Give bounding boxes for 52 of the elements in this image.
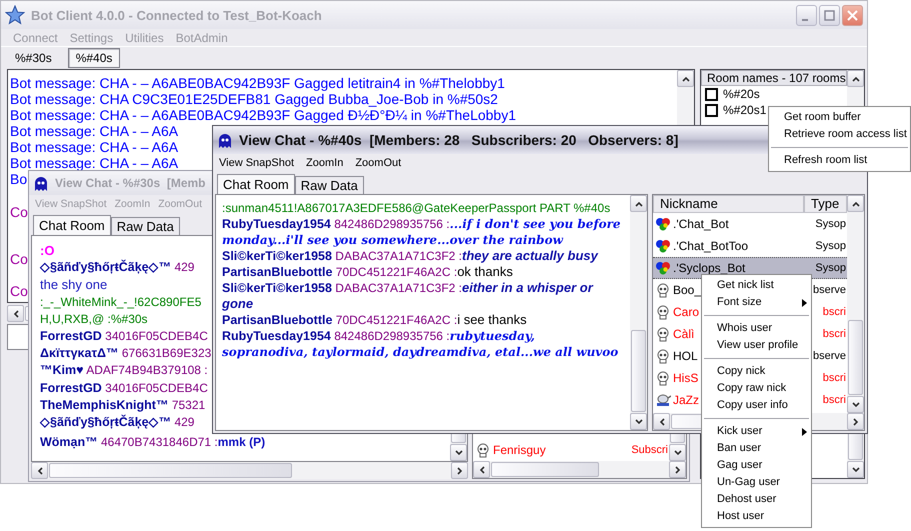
- user-type: Subscri: [631, 444, 669, 456]
- nickname: Fenrisguy: [493, 443, 546, 457]
- user-type: Sysop: [815, 262, 847, 274]
- window-title: View Chat - %#30s [Memb: [55, 176, 206, 190]
- user-type: bserve: [812, 284, 847, 296]
- chat-line: RubyTuesday1954 842486D298935756 :...if i don't see you before monday...i'll see you somewhere...over the rainbow: [222, 216, 622, 248]
- chat-line: ◇§ãñďy§ħőŗŧČãķę◇™ 429: [40, 414, 194, 432]
- nickname: HOL: [673, 349, 698, 363]
- log-line: Bot message: CHA - – A6ABE0BAC942B93F Gagged Đ½Đ°Đ¼ in %#TheLobby1: [10, 107, 516, 123]
- nickname: Càlì: [673, 327, 694, 341]
- log-line: Co: [10, 283, 28, 299]
- user-type: bscri: [822, 372, 847, 384]
- chat-line: RubyTuesday1954 842486D298935756 :rubytuesday, sopranodiva, taylormaid, daydreamdiva, etal...we all wuvoo: [222, 328, 620, 360]
- chat-line: ™Kim♥ ADAF74B94B379108 :: [40, 362, 208, 380]
- chat-line: ΔκïττγκaτΔ™ 676631B69E323: [40, 345, 212, 362]
- log-line: Bot message: CHA - – A6A: [10, 155, 178, 171]
- chat-line: Sli©kerTi©ker1958 DABAC37A1A71C3F2 :either in a whisper or gone: [222, 280, 594, 312]
- user-type: Sysop: [815, 240, 847, 252]
- chat-line: Sli©kerTi©ker1958 DABAC37A1A71C3F2 :they are actually busy: [222, 248, 600, 264]
- user-type: bscri: [822, 328, 847, 340]
- window-title: Bot Client 4.0.0 - Connected to Test_Bot-Koach: [31, 8, 322, 22]
- window-title: View Chat - %#40s [Members: 28 Subscribers: 20 Observers: 8]: [239, 132, 678, 148]
- user-type: bscri: [822, 306, 847, 318]
- nickname: .'Syclops_Bot: [673, 261, 746, 275]
- chat-line: PartisanBluebottle 70DC451221F46A2C :i see thanks: [222, 312, 528, 328]
- chat-line: PartisanBluebottle 70DC451221F46A2C :ok thanks: [222, 264, 514, 280]
- chat-line: ForrestGD 34016F05CDEB4C: [40, 328, 208, 346]
- nickname: .'Chat_Bot: [673, 217, 729, 231]
- nickname: .'Chat_BotToo: [673, 239, 748, 253]
- nickname: Boo_: [673, 283, 702, 297]
- chat-line: ForrestGD 34016F05CDEB4C: [40, 380, 208, 397]
- log-line: Bot message: CHA C9C3E01E25DEFB81 Gagged Bubba_Joe-Bob in %#50s2: [10, 91, 498, 107]
- chat-line: :O: [40, 242, 54, 260]
- chat-line: ◇§ãñďy§ħőŗŧČãķę◇™ 429: [40, 259, 194, 276]
- log-line: Bot message: CHA - – A6A: [10, 139, 178, 155]
- log-line: Co: [10, 204, 28, 220]
- nickname: Caro: [673, 305, 700, 319]
- chat-line: Wömạn™ 46470B7431846D71 :mmk (P): [40, 434, 266, 452]
- nickname: HisS: [673, 371, 698, 385]
- chat-line: H,U,RXB,@ :%#30s: [40, 310, 148, 328]
- chat-line: the shy one: [40, 276, 108, 294]
- chat-line: :sunman4511!A867017A3EDFE586@GateKeeperPassport PART %#40s: [222, 200, 612, 216]
- log-line: Bo: [10, 171, 28, 187]
- log-line: Co: [10, 251, 28, 267]
- log-line: Bot message: CHA - – A6ABE0BAC942B93F Gagged letitrain4 in %#Thelobby1: [10, 75, 505, 91]
- chat-line: TheMemphisKnight™ 75321: [40, 396, 206, 414]
- user-type: Sysop: [815, 218, 847, 230]
- user-type: bserve: [812, 350, 847, 362]
- nickname: JaZz: [673, 393, 700, 407]
- user-type: bscri: [822, 394, 847, 406]
- chat-line: :_-_WhiteMink_-_!62C890FE5: [40, 294, 202, 311]
- log-line: Bot message: CHA - – A6A: [10, 123, 178, 139]
